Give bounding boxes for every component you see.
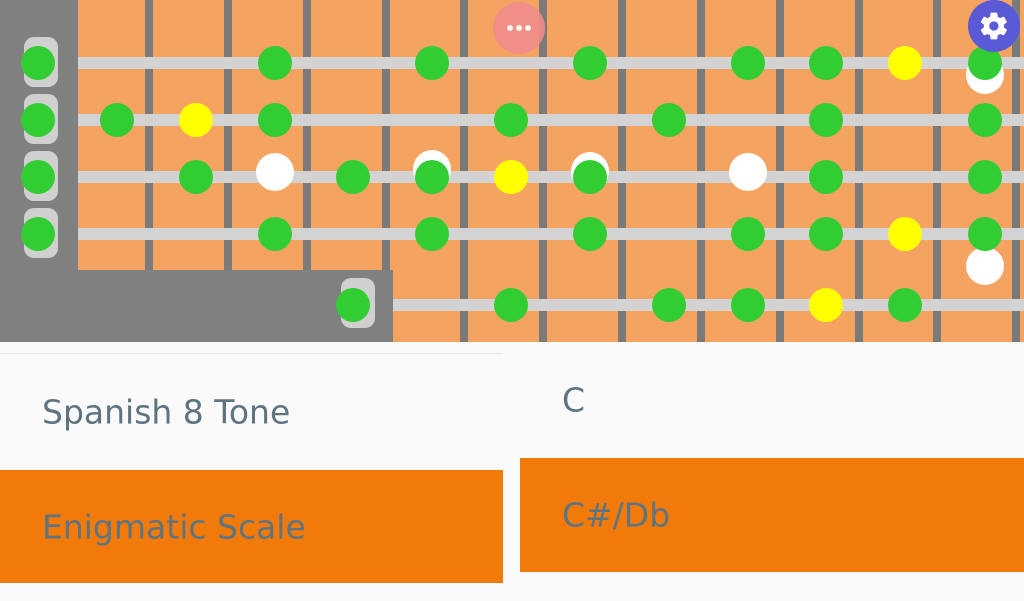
gear-icon — [980, 12, 1007, 40]
root-note-marker[interactable] — [809, 288, 843, 322]
scale-note-marker[interactable] — [336, 288, 370, 322]
string-1 — [78, 57, 1024, 69]
scale-note-marker[interactable] — [100, 103, 134, 137]
key-picker[interactable]: C C#/Db — [520, 342, 1024, 600]
scale-note-marker[interactable] — [652, 103, 686, 137]
more-button[interactable] — [493, 2, 545, 54]
scale-note-marker[interactable] — [494, 288, 528, 322]
scale-note-marker[interactable] — [179, 160, 213, 194]
scale-note-marker[interactable] — [731, 288, 765, 322]
scale-note-marker[interactable] — [809, 103, 843, 137]
root-note-marker[interactable] — [888, 217, 922, 251]
more-horizontal-icon — [507, 25, 531, 31]
root-note-marker[interactable] — [179, 103, 213, 137]
scale-note-marker[interactable] — [573, 160, 607, 194]
empty-marker[interactable] — [729, 153, 767, 191]
scale-note-marker[interactable] — [968, 217, 1002, 251]
scale-note-marker[interactable] — [336, 160, 370, 194]
scale-note-marker[interactable] — [809, 160, 843, 194]
key-option-label: C#/Db — [562, 495, 671, 535]
string-5 — [393, 299, 1024, 311]
root-note-marker[interactable] — [888, 46, 922, 80]
string-4 — [78, 228, 1024, 240]
string-2 — [78, 114, 1024, 126]
scale-option-spanish-8-tone[interactable]: Spanish 8 Tone — [0, 354, 503, 469]
scale-note-marker[interactable] — [573, 46, 607, 80]
scale-note-marker[interactable] — [652, 288, 686, 322]
scale-picker[interactable]: Spanish 8 Tone Enigmatic Scale — [0, 353, 503, 601]
key-option-c-sharp-d-flat[interactable]: C#/Db — [520, 458, 1024, 572]
scale-option-label: Spanish 8 Tone — [42, 392, 291, 431]
settings-button[interactable] — [968, 0, 1020, 52]
scale-note-marker[interactable] — [21, 160, 55, 194]
key-option-label: C — [562, 380, 586, 419]
scale-note-marker[interactable] — [21, 46, 55, 80]
scale-note-marker[interactable] — [415, 217, 449, 251]
scale-note-marker[interactable] — [258, 46, 292, 80]
key-option-c[interactable]: C — [520, 342, 1024, 457]
scale-note-marker[interactable] — [888, 288, 922, 322]
scale-note-marker[interactable] — [494, 103, 528, 137]
root-note-marker[interactable] — [494, 160, 528, 194]
string-3 — [78, 171, 1024, 183]
scale-note-marker[interactable] — [258, 103, 292, 137]
scale-note-marker[interactable] — [415, 46, 449, 80]
scale-note-marker[interactable] — [968, 160, 1002, 194]
empty-marker[interactable] — [256, 153, 294, 191]
scale-note-marker[interactable] — [809, 217, 843, 251]
scale-note-marker[interactable] — [21, 103, 55, 137]
scale-option-label: Enigmatic Scale — [42, 507, 306, 546]
scale-note-marker[interactable] — [809, 46, 843, 80]
scale-note-marker[interactable] — [573, 217, 607, 251]
scale-note-marker[interactable] — [731, 46, 765, 80]
scale-option-enigmatic-scale[interactable]: Enigmatic Scale — [0, 470, 503, 583]
scale-note-marker[interactable] — [21, 217, 55, 251]
empty-marker[interactable] — [966, 247, 1004, 285]
scale-note-marker[interactable] — [731, 217, 765, 251]
scale-note-marker[interactable] — [968, 103, 1002, 137]
scale-note-marker[interactable] — [258, 217, 292, 251]
scale-note-marker[interactable] — [415, 160, 449, 194]
